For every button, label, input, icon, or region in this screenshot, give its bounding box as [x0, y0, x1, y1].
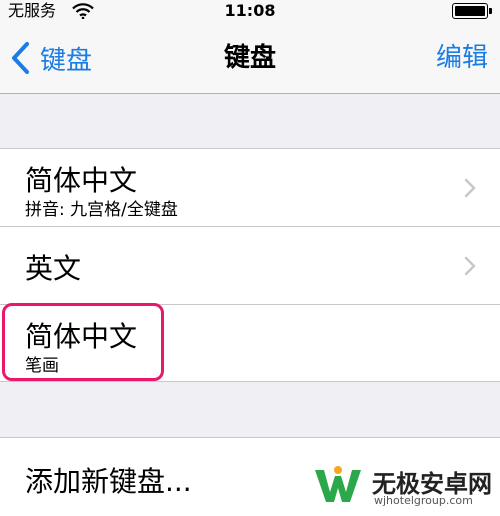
- keyboard-row-english[interactable]: 英文: [0, 227, 500, 305]
- status-bar: 无服务 11:08: [0, 0, 500, 22]
- keyboard-subtitle: 拼音: 九宫格/全键盘: [25, 200, 178, 220]
- battery-fill: [455, 6, 485, 16]
- chevron-right-icon: [464, 256, 476, 276]
- navigation-bar: 键盘 键盘 编辑: [0, 22, 500, 94]
- status-time: 11:08: [224, 1, 276, 20]
- chevron-right-icon: [464, 178, 476, 198]
- keyboard-row-chinese-pinyin[interactable]: 简体中文 拼音: 九宫格/全键盘: [0, 149, 500, 227]
- watermark-logo-icon: [315, 466, 361, 502]
- highlight-box: [2, 303, 164, 381]
- watermark-url: wjhotelgroup.com: [374, 494, 473, 507]
- battery-icon: [452, 3, 492, 19]
- page-title: 键盘: [223, 43, 276, 73]
- keyboard-title: 简体中文: [25, 164, 138, 197]
- watermark: 无极安卓网 wjhotelgroup.com: [312, 460, 500, 512]
- add-keyboard-label: 添加新键盘...: [25, 465, 192, 498]
- edit-button[interactable]: 编辑: [436, 22, 488, 94]
- keyboard-title: 英文: [25, 252, 82, 285]
